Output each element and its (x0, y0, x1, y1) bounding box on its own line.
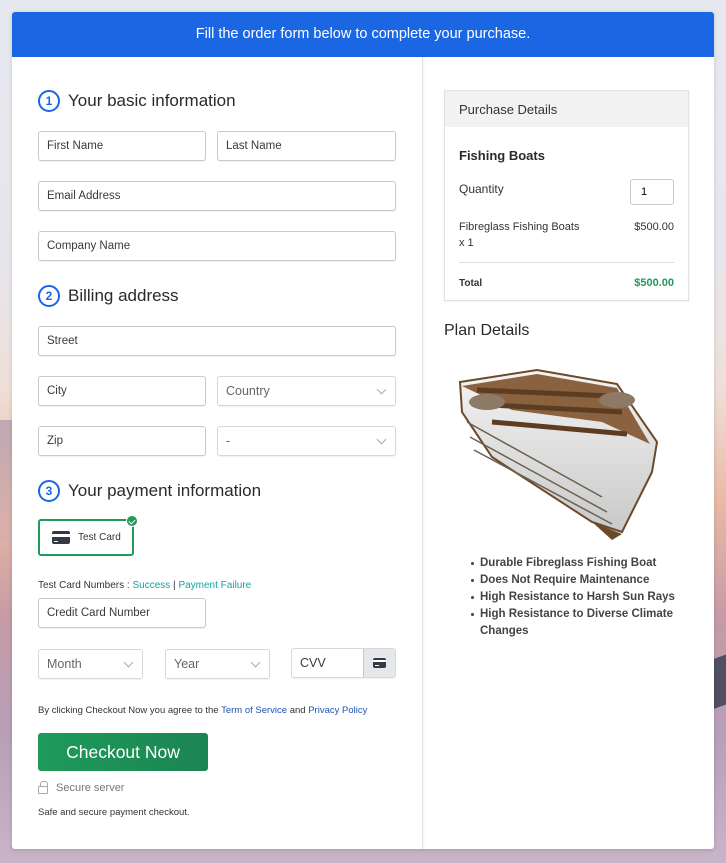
order-form-card: Fill the order form below to complete yo… (12, 12, 714, 849)
section-basic-info: 1 Your basic information (38, 90, 236, 112)
agreement-prefix: By clicking Checkout Now you agree to th… (38, 705, 222, 716)
credit-card-icon (373, 658, 386, 668)
total-value: $500.00 (634, 277, 674, 289)
section-title: Your payment information (68, 481, 262, 500)
agreement-text: By clicking Checkout Now you agree to th… (38, 705, 367, 716)
country-selected: Country (226, 384, 270, 398)
boat-image (458, 368, 659, 540)
country-select[interactable]: Country (217, 376, 396, 406)
divider (459, 262, 674, 263)
quantity-field[interactable] (630, 179, 674, 205)
cvv-field[interactable] (291, 648, 396, 678)
secure-server-label: Secure server (56, 782, 125, 794)
agreement-and: and (287, 705, 309, 716)
section-billing-address: 2 Billing address (38, 285, 179, 307)
safe-checkout-text: Safe and secure payment checkout. (38, 807, 190, 818)
checkout-now-button[interactable]: Checkout Now (38, 733, 208, 771)
test-card-label: Test Card (78, 532, 121, 543)
last-name-input[interactable] (226, 140, 395, 152)
purchase-details-box: Purchase Details Fishing Boats Quantity … (444, 90, 689, 301)
payment-failure-link[interactable]: Payment Failure (178, 580, 251, 591)
year-selected: Year (174, 657, 200, 671)
success-link[interactable]: Success (132, 580, 170, 591)
line-item-qty: x 1 (459, 237, 474, 249)
order-summary: Purchase Details Fishing Boats Quantity … (424, 57, 714, 849)
plan-features-list: Durable Fibreglass Fishing Boat Does Not… (471, 555, 691, 640)
test-card-numbers: Test Card Numbers : Success | Payment Fa… (38, 580, 251, 591)
last-name-field[interactable] (217, 131, 396, 161)
check-circle-icon (126, 515, 138, 527)
test-card-option[interactable]: Test Card (38, 515, 138, 556)
lock-icon (38, 781, 48, 794)
test-numbers-label: Test Card Numbers : (38, 580, 133, 591)
line-item-name: Fibreglass Fishing Boats (459, 221, 580, 233)
total-label: Total (459, 278, 483, 289)
first-name-input[interactable] (47, 140, 205, 152)
email-input[interactable] (47, 190, 395, 202)
city-field[interactable] (38, 376, 206, 406)
form-banner: Fill the order form below to complete yo… (12, 12, 714, 57)
plan-details-title: Plan Details (444, 322, 530, 339)
chevron-down-icon (376, 384, 387, 395)
year-select[interactable]: Year (165, 649, 270, 679)
street-input[interactable] (47, 335, 395, 347)
chevron-down-icon (123, 657, 134, 668)
cvv-input[interactable] (300, 656, 363, 670)
step-number: 1 (38, 90, 60, 112)
company-input[interactable] (47, 240, 395, 252)
feature-item: High Resistance to Harsh Sun Rays (471, 589, 691, 606)
chevron-down-icon (376, 434, 387, 445)
privacy-policy-link[interactable]: Privacy Policy (308, 705, 367, 716)
street-field[interactable] (38, 326, 396, 356)
card-number-input[interactable] (47, 607, 205, 619)
city-input[interactable] (47, 385, 205, 397)
email-field[interactable] (38, 181, 396, 211)
purchase-details-header: Purchase Details (445, 91, 688, 127)
credit-card-icon (52, 531, 70, 544)
section-title: Billing address (68, 286, 179, 305)
step-number: 2 (38, 285, 60, 307)
state-select[interactable]: - (217, 426, 396, 456)
secure-server: Secure server (38, 781, 125, 794)
chevron-down-icon (250, 657, 261, 668)
state-selected: - (226, 434, 231, 448)
feature-item: High Resistance to Diverse Climate Chang… (471, 606, 691, 640)
order-form: 1 Your basic information 2 Billing addre… (12, 57, 423, 849)
line-item-price: $500.00 (634, 221, 674, 233)
quantity-input[interactable] (641, 186, 673, 198)
zip-input[interactable] (47, 435, 205, 447)
zip-field[interactable] (38, 426, 206, 456)
step-number: 3 (38, 480, 60, 502)
terms-of-service-link[interactable]: Term of Service (221, 705, 287, 716)
month-select[interactable]: Month (38, 649, 143, 679)
month-selected: Month (47, 657, 82, 671)
section-payment-info: 3 Your payment information (38, 480, 261, 502)
quantity-label: Quantity (459, 182, 504, 196)
product-name: Fishing Boats (459, 148, 545, 163)
feature-item: Does Not Require Maintenance (471, 572, 691, 589)
company-field[interactable] (38, 231, 396, 261)
feature-item: Durable Fibreglass Fishing Boat (471, 555, 691, 572)
cvv-card-addon (363, 649, 395, 677)
first-name-field[interactable] (38, 131, 206, 161)
card-number-field[interactable] (38, 598, 206, 628)
section-title: Your basic information (68, 91, 236, 110)
